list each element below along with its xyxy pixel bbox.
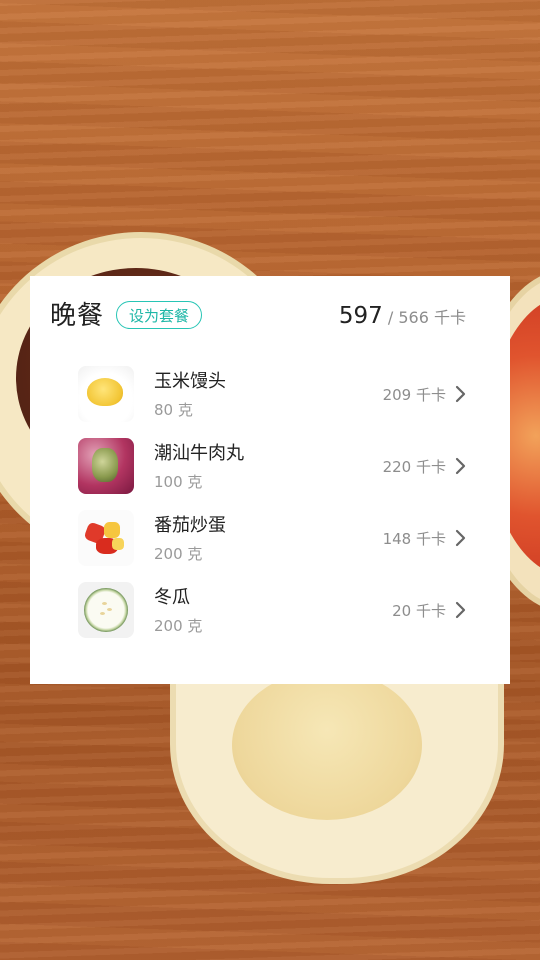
food-row-corn-bun[interactable]: 玉米馒头 80 克 209 千卡 — [30, 358, 510, 430]
set-as-preset-button[interactable]: 设为套餐 — [116, 301, 203, 329]
food-name: 潮汕牛肉丸 — [154, 443, 244, 464]
food-thumbnail — [78, 582, 134, 638]
food-row-tomato-egg[interactable]: 番茄炒蛋 200 克 148 千卡 — [30, 502, 510, 574]
food-calories: 209 千卡 — [382, 386, 446, 404]
food-amount: 100 克 — [154, 473, 203, 491]
food-amount: 200 克 — [154, 545, 203, 563]
calories-target: 566 — [398, 308, 429, 327]
food-amount: 80 克 — [154, 401, 193, 419]
food-name: 番茄炒蛋 — [154, 515, 226, 536]
meal-title: 晚餐 — [50, 301, 105, 331]
chevron-right-icon[interactable] — [454, 383, 468, 405]
meal-header: 晚餐 设为套餐 597 / 566 千卡 — [50, 300, 466, 332]
food-amount: 200 克 — [154, 617, 203, 635]
meal-calories: 597 / 566 千卡 — [339, 300, 466, 334]
food-row-beef-ball[interactable]: 潮汕牛肉丸 100 克 220 千卡 — [30, 430, 510, 502]
food-thumbnail — [78, 366, 134, 422]
food-calories: 20 千卡 — [392, 602, 446, 620]
food-calories: 148 千卡 — [382, 530, 446, 548]
calories-separator: / — [387, 308, 394, 327]
food-row-winter-melon[interactable]: 冬瓜 200 克 20 千卡 — [30, 574, 510, 646]
food-name: 冬瓜 — [154, 587, 190, 608]
chevron-right-icon[interactable] — [454, 599, 468, 621]
calories-unit: 千卡 — [433, 308, 466, 327]
chevron-right-icon[interactable] — [454, 455, 468, 477]
food-list: 玉米馒头 80 克 209 千卡 潮汕牛肉丸 100 克 220 千卡 番茄炒蛋… — [30, 358, 510, 646]
food-name: 玉米馒头 — [154, 371, 226, 392]
calories-eaten: 597 — [338, 303, 383, 329]
food-thumbnail — [78, 510, 134, 566]
chevron-right-icon[interactable] — [454, 527, 468, 549]
food-thumbnail — [78, 438, 134, 494]
bowl-corn-bun — [170, 650, 504, 884]
food-calories: 220 千卡 — [382, 458, 446, 476]
